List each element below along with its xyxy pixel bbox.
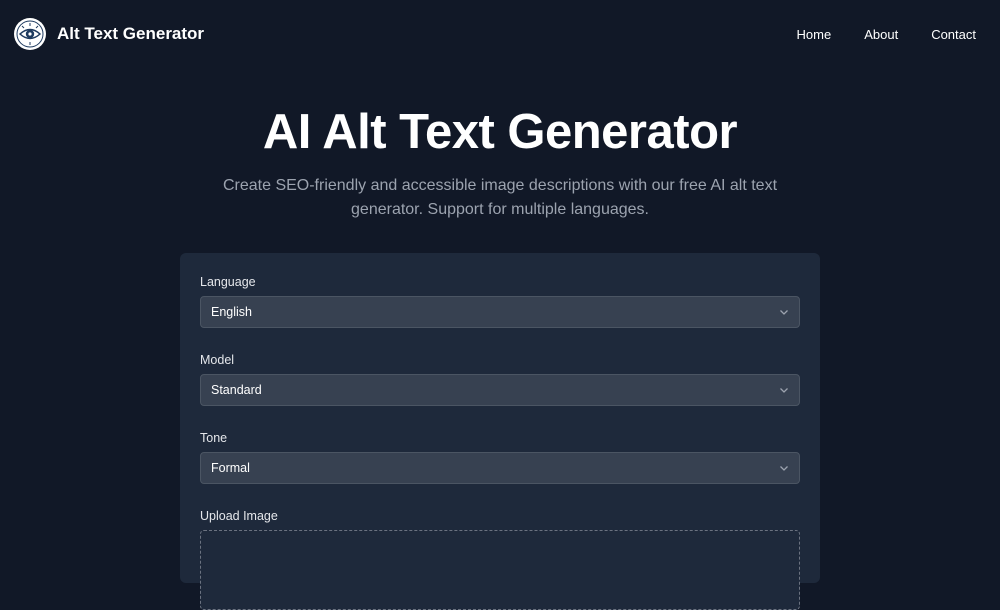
brand[interactable]: Alt Text Generator: [14, 18, 204, 50]
nav-link-home[interactable]: Home: [797, 27, 832, 42]
nav-link-contact[interactable]: Contact: [931, 27, 976, 42]
subtitle-line-1: Create SEO-friendly and accessible image…: [222, 177, 778, 194]
language-field: Language English: [200, 275, 800, 328]
nav-link-about[interactable]: About: [864, 27, 898, 42]
model-field: Model Standard: [200, 353, 800, 406]
chevron-down-icon: [780, 310, 788, 315]
language-value: English: [211, 305, 252, 319]
language-select[interactable]: English: [200, 296, 800, 328]
model-value: Standard: [211, 383, 262, 397]
tone-label: Tone: [200, 431, 228, 445]
tone-value: Formal: [211, 461, 250, 475]
tone-select[interactable]: Formal: [200, 452, 800, 484]
generator-form-card: Language English Model Standard Tone For…: [180, 253, 820, 610]
chevron-down-icon: [780, 388, 788, 393]
chevron-down-icon: [780, 466, 788, 471]
brand-name: Alt Text Generator: [57, 24, 205, 43]
subtitle-line-2: generator. Support for multiple language…: [351, 201, 649, 218]
page-subtitle: Create SEO-friendly and accessible image…: [200, 174, 800, 222]
image-dropzone[interactable]: [200, 530, 800, 610]
page-title: AI Alt Text Generator: [262, 105, 738, 159]
tone-field: Tone Formal: [200, 431, 800, 484]
language-label: Language: [200, 275, 256, 289]
eye-logo-icon: [14, 18, 46, 50]
upload-label: Upload Image: [200, 509, 278, 523]
model-label: Model: [200, 353, 235, 367]
model-select[interactable]: Standard: [200, 374, 800, 406]
upload-field: Upload Image: [200, 509, 800, 610]
nav-links: Home About Contact: [797, 27, 976, 42]
navbar: Alt Text Generator Home About Contact: [0, 0, 1000, 68]
